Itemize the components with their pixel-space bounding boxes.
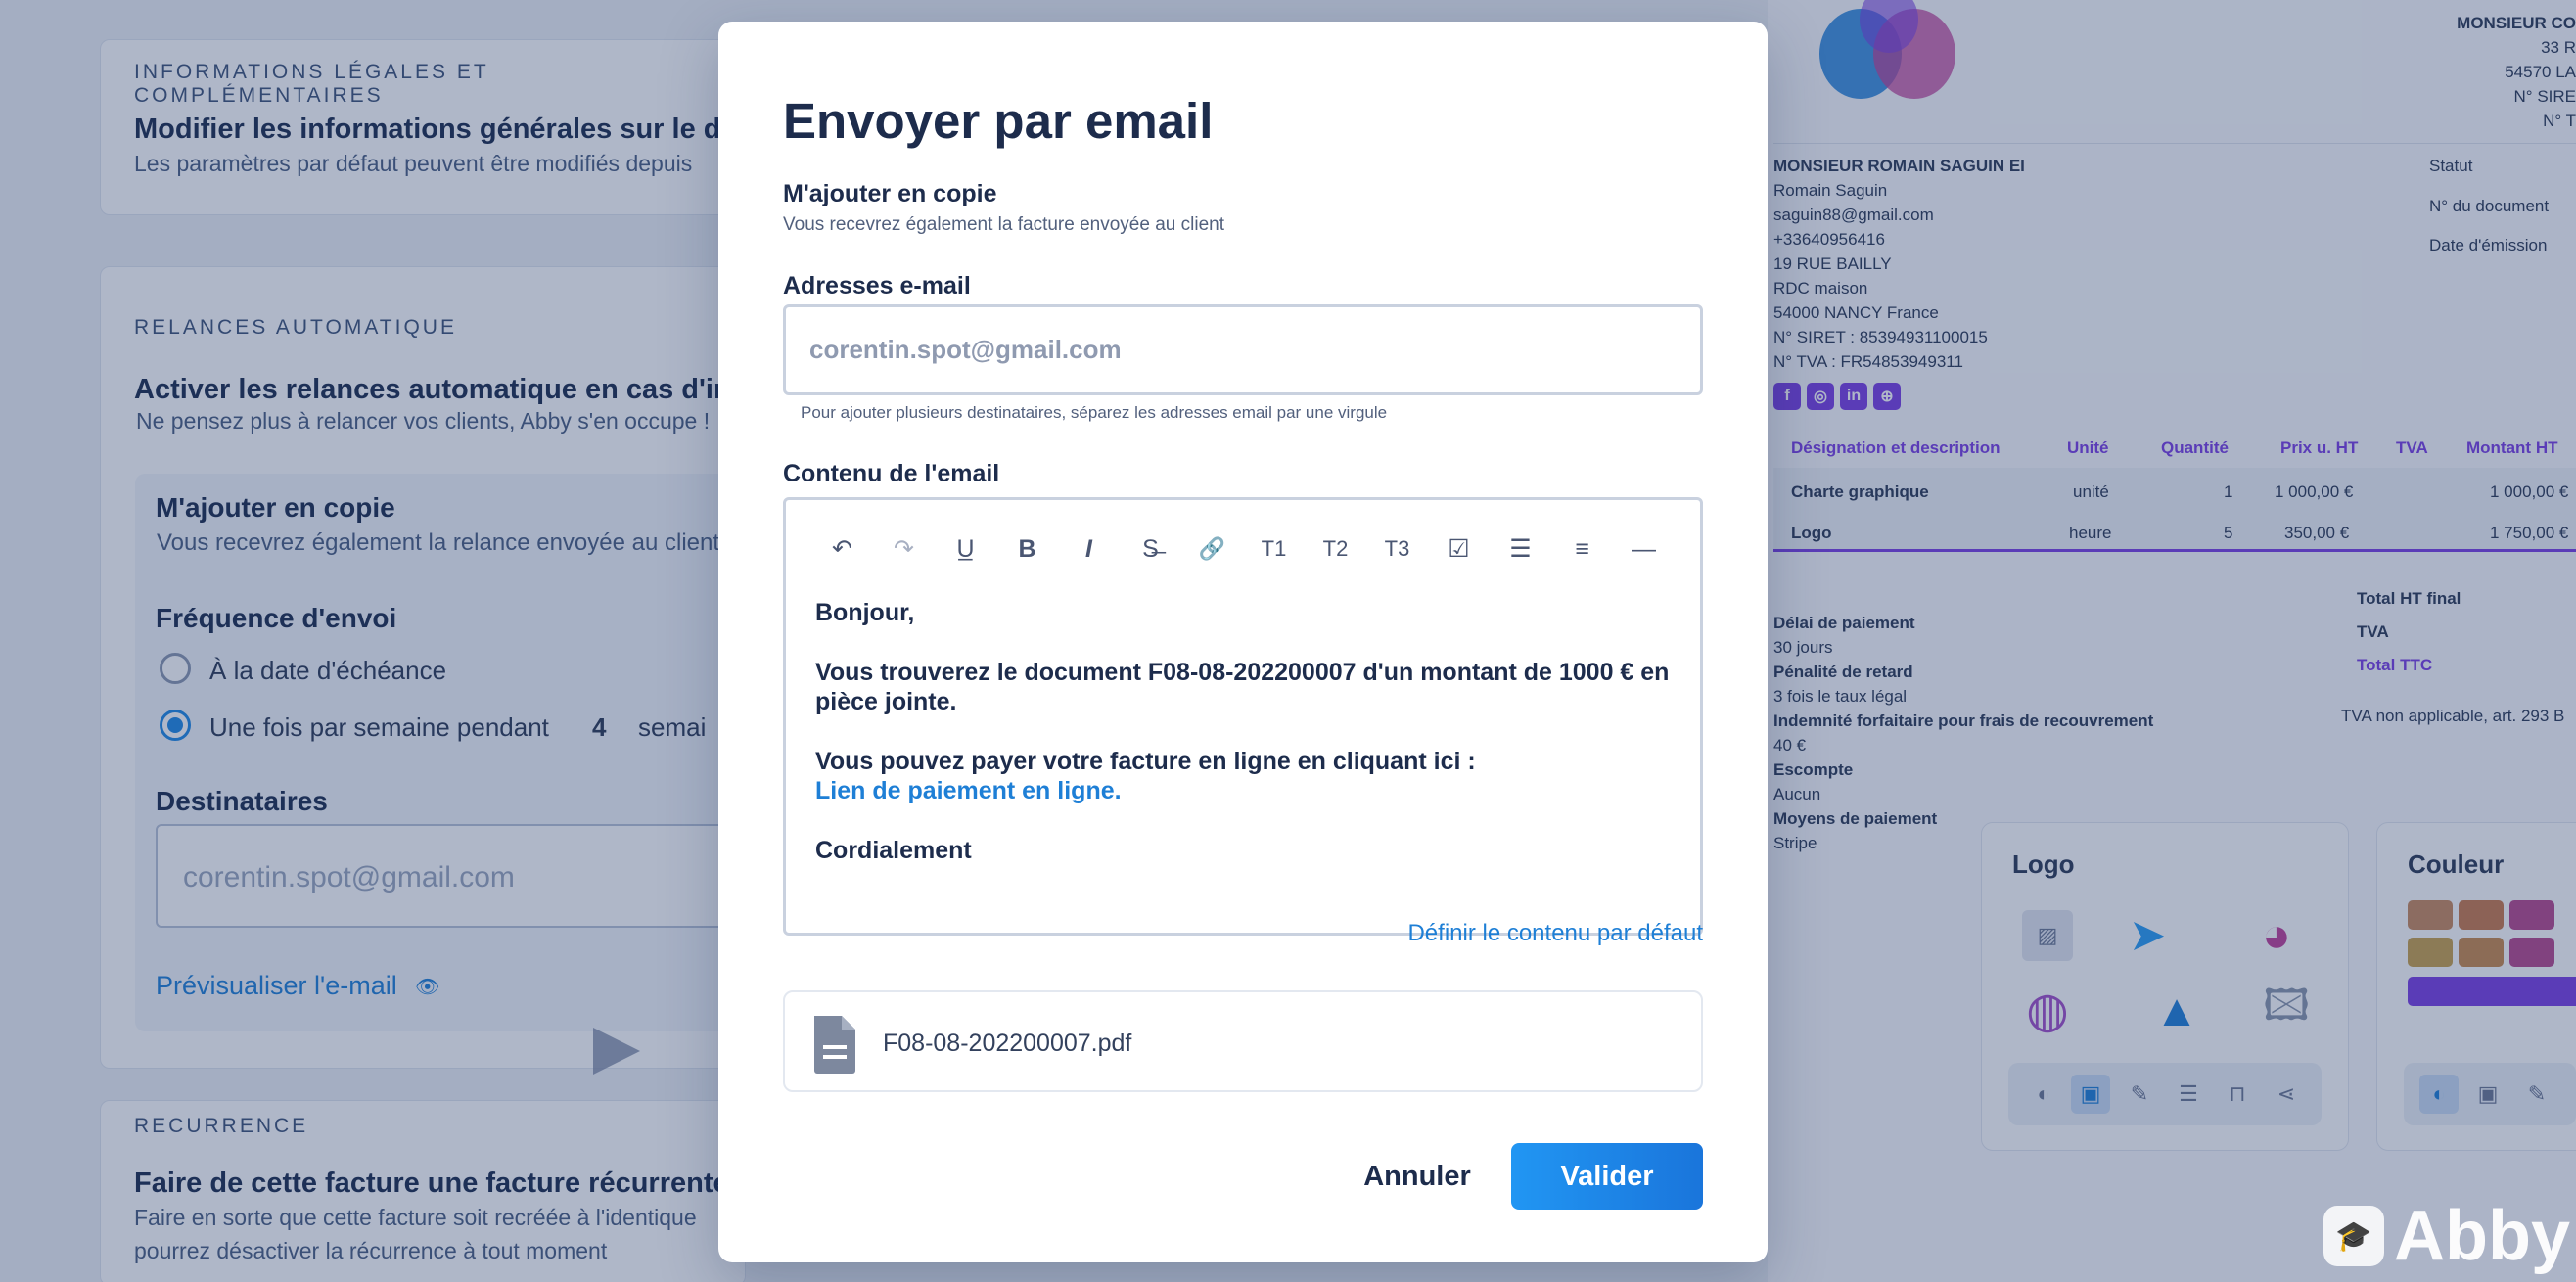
copy-hint: Vous recevrez également la facture envoy… [783, 214, 1224, 235]
payment-link[interactable]: Lien de paiement en ligne. [815, 776, 1677, 805]
heading-1-icon[interactable]: T1 [1243, 524, 1305, 574]
dialog-title: Envoyer par email [783, 93, 1214, 149]
checklist-icon[interactable]: ☑ [1428, 524, 1490, 574]
undo-icon[interactable]: ↶ [811, 524, 873, 574]
copy-label[interactable]: M'ajouter en copie [783, 180, 996, 208]
email-addresses-input[interactable] [786, 307, 1700, 392]
italic-icon[interactable]: I [1058, 524, 1120, 574]
strikethrough-icon[interactable]: S̶ [1120, 524, 1181, 574]
email-closing: Cordialement [815, 837, 972, 864]
send-email-dialog: Envoyer par email M'ajouter en copie Vou… [718, 22, 1768, 1262]
submit-button[interactable]: Valider [1511, 1143, 1703, 1210]
bold-icon[interactable]: B [996, 524, 1058, 574]
heading-2-icon[interactable]: T2 [1305, 524, 1366, 574]
email-line-document: Vous trouverez le document F08-08-202200… [815, 659, 1670, 715]
email-line-payment: Vous pouvez payer votre facture en ligne… [815, 748, 1476, 775]
editor-toolbar: ↶ ↷ U̲ B I S̶ 🔗 T1 T2 T3 ☑ ☰ ≡ — [811, 524, 1675, 574]
attachment-item[interactable]: F08-08-202200007.pdf [783, 990, 1703, 1092]
link-icon[interactable]: 🔗 [1181, 524, 1243, 574]
play-icon [593, 1028, 640, 1075]
document-file-icon [814, 1016, 855, 1074]
heading-3-icon[interactable]: T3 [1366, 524, 1428, 574]
email-addresses-field[interactable] [783, 304, 1703, 395]
emails-help: Pour ajouter plusieurs destinataires, sé… [801, 403, 1388, 422]
email-content-editor[interactable]: ↶ ↷ U̲ B I S̶ 🔗 T1 T2 T3 ☑ ☰ ≡ — Bonjour… [783, 497, 1703, 936]
content-label: Contenu de l'email [783, 460, 1000, 487]
attachment-filename: F08-08-202200007.pdf [883, 1030, 1132, 1057]
underline-icon[interactable]: U̲ [935, 524, 996, 574]
horizontal-rule-icon[interactable]: — [1613, 524, 1675, 574]
bullet-list-icon[interactable]: ☰ [1490, 524, 1551, 574]
emails-label: Adresses e-mail [783, 272, 971, 299]
abby-wordmark: Abby [2394, 1197, 2570, 1275]
cancel-button[interactable]: Annuler [1319, 1143, 1515, 1210]
redo-icon[interactable]: ↷ [873, 524, 935, 574]
numbered-list-icon[interactable]: ≡ [1551, 524, 1613, 574]
abby-watermark: 🎓 Abby [2323, 1196, 2570, 1276]
graduation-cap-icon: 🎓 [2323, 1206, 2384, 1266]
email-body[interactable]: Bonjour, Vous trouverez le document F08-… [815, 598, 1677, 895]
set-default-content-link[interactable]: Définir le contenu par défaut [1407, 920, 1703, 947]
email-greeting: Bonjour, [815, 599, 915, 626]
